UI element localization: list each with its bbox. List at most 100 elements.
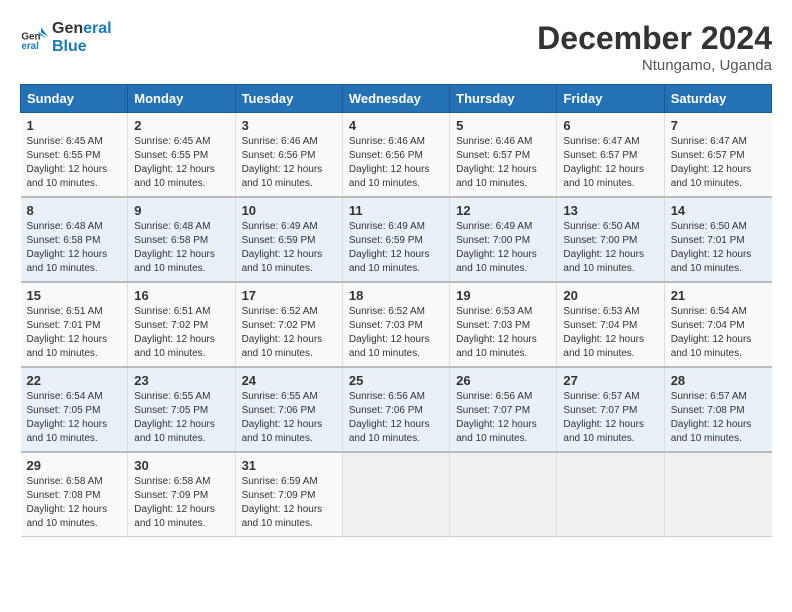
calendar-week-row: 29 Sunrise: 6:58 AMSunset: 7:08 PMDayligh… [21, 452, 772, 537]
page-header: Gen eral General Blue December 2024 Ntun… [20, 20, 772, 74]
day-detail: Sunrise: 6:48 AMSunset: 6:58 PMDaylight:… [134, 220, 228, 276]
day-detail: Sunrise: 6:52 AMSunset: 7:03 PMDaylight:… [349, 305, 443, 361]
calendar-cell: 12Sunrise: 6:49 AMSunset: 7:00 PMDayligh… [450, 197, 557, 282]
day-detail: Sunrise: 6:57 AMSunset: 7:08 PMDaylight:… [671, 390, 766, 446]
title-block: December 2024 Ntungamo, Uganda [537, 20, 772, 74]
day-detail: Sunrise: 6:50 AMSunset: 7:00 PMDaylight:… [563, 220, 657, 276]
day-number: 16 [134, 288, 228, 303]
calendar-cell [342, 452, 449, 537]
calendar-cell: 15 Sunrise: 6:51 AMSunset: 7:01 PMDayligh… [21, 282, 128, 367]
day-detail: Sunrise: 6:45 AMSunset: 6:55 PMDaylight:… [134, 135, 228, 191]
calendar-cell: 28Sunrise: 6:57 AMSunset: 7:08 PMDayligh… [664, 367, 771, 452]
header-sunday: Sunday [21, 85, 128, 113]
day-detail: Sunrise: 6:54 AMSunset: 7:05 PMDaylight:… [27, 390, 122, 446]
calendar-cell: 3 Sunrise: 6:46 AMSunset: 6:56 PMDaylight… [235, 113, 342, 198]
calendar-cell: 13 Sunrise: 6:50 AMSunset: 7:00 PMDayligh… [557, 197, 664, 282]
calendar-cell: 29 Sunrise: 6:58 AMSunset: 7:08 PMDayligh… [21, 452, 128, 537]
calendar-cell: 23 Sunrise: 6:55 AMSunset: 7:05 PMDayligh… [128, 367, 235, 452]
day-number: 23 [134, 373, 228, 388]
calendar-cell: 8 Sunrise: 6:48 AMSunset: 6:58 PMDaylight… [21, 197, 128, 282]
day-number: 2 [134, 118, 228, 133]
calendar-cell: 7 Sunrise: 6:47 AMSunset: 6:57 PMDaylight… [664, 113, 771, 198]
day-number: 14 [671, 203, 766, 218]
day-number: 27 [563, 373, 657, 388]
day-number: 3 [242, 118, 336, 133]
calendar-cell: 11Sunrise: 6:49 AMSunset: 6:59 PMDayligh… [342, 197, 449, 282]
calendar-cell: 14 Sunrise: 6:50 AMSunset: 7:01 PMDayligh… [664, 197, 771, 282]
header-monday: Monday [128, 85, 235, 113]
day-number: 25 [349, 373, 443, 388]
day-detail: Sunrise: 6:56 AMSunset: 7:06 PMDaylight:… [349, 390, 443, 446]
day-detail: Sunrise: 6:46 AMSunset: 6:57 PMDaylight:… [456, 135, 550, 191]
day-number: 5 [456, 118, 550, 133]
calendar-cell: 6 Sunrise: 6:47 AMSunset: 6:57 PMDaylight… [557, 113, 664, 198]
day-number: 30 [134, 458, 228, 473]
header-tuesday: Tuesday [235, 85, 342, 113]
day-number: 13 [563, 203, 657, 218]
calendar-cell: 19Sunrise: 6:53 AMSunset: 7:03 PMDayligh… [450, 282, 557, 367]
calendar-cell: 2 Sunrise: 6:45 AMSunset: 6:55 PMDaylight… [128, 113, 235, 198]
month-title: December 2024 [537, 20, 772, 57]
day-number: 31 [242, 458, 336, 473]
logo: Gen eral General Blue [20, 20, 112, 55]
day-detail: Sunrise: 6:58 AMSunset: 7:09 PMDaylight:… [134, 475, 228, 531]
day-detail: Sunrise: 6:49 AMSunset: 7:00 PMDaylight:… [456, 220, 550, 276]
day-detail: Sunrise: 6:45 AMSunset: 6:55 PMDaylight:… [27, 135, 122, 191]
day-detail: Sunrise: 6:46 AMSunset: 6:56 PMDaylight:… [349, 135, 443, 191]
day-number: 22 [27, 373, 122, 388]
day-number: 15 [27, 288, 122, 303]
day-detail: Sunrise: 6:59 AMSunset: 7:09 PMDaylight:… [242, 475, 336, 531]
calendar-cell: 1 Sunrise: 6:45 AMSunset: 6:55 PMDaylight… [21, 113, 128, 198]
calendar-cell: 25 Sunrise: 6:56 AMSunset: 7:06 PMDayligh… [342, 367, 449, 452]
day-detail: Sunrise: 6:51 AMSunset: 7:01 PMDaylight:… [27, 305, 122, 361]
calendar-cell: 9 Sunrise: 6:48 AMSunset: 6:58 PMDaylight… [128, 197, 235, 282]
calendar-cell: 30 Sunrise: 6:58 AMSunset: 7:09 PMDayligh… [128, 452, 235, 537]
day-detail: Sunrise: 6:57 AMSunset: 7:07 PMDaylight:… [563, 390, 657, 446]
day-detail: Sunrise: 6:58 AMSunset: 7:08 PMDaylight:… [27, 475, 122, 531]
day-detail: Sunrise: 6:47 AMSunset: 6:57 PMDaylight:… [671, 135, 766, 191]
calendar-cell: 21 Sunrise: 6:54 AMSunset: 7:04 PMDayligh… [664, 282, 771, 367]
calendar-week-row: 15 Sunrise: 6:51 AMSunset: 7:01 PMDayligh… [21, 282, 772, 367]
calendar-cell: 17 Sunrise: 6:52 AMSunset: 7:02 PMDayligh… [235, 282, 342, 367]
day-detail: Sunrise: 6:49 AMSunset: 6:59 PMDaylight:… [242, 220, 336, 276]
location: Ntungamo, Uganda [537, 57, 772, 74]
calendar-cell: 16Sunrise: 6:51 AMSunset: 7:02 PMDayligh… [128, 282, 235, 367]
calendar-cell: 26Sunrise: 6:56 AMSunset: 7:07 PMDayligh… [450, 367, 557, 452]
calendar-table: SundayMondayTuesdayWednesdayThursdayFrid… [20, 84, 772, 537]
day-detail: Sunrise: 6:56 AMSunset: 7:07 PMDaylight:… [456, 390, 550, 446]
header-saturday: Saturday [664, 85, 771, 113]
day-number: 4 [349, 118, 443, 133]
day-detail: Sunrise: 6:46 AMSunset: 6:56 PMDaylight:… [242, 135, 336, 191]
calendar-cell: 31 Sunrise: 6:59 AMSunset: 7:09 PMDayligh… [235, 452, 342, 537]
calendar-week-row: 22 Sunrise: 6:54 AMSunset: 7:05 PMDayligh… [21, 367, 772, 452]
calendar-cell [557, 452, 664, 537]
day-detail: Sunrise: 6:50 AMSunset: 7:01 PMDaylight:… [671, 220, 766, 276]
day-number: 7 [671, 118, 766, 133]
day-number: 17 [242, 288, 336, 303]
header-wednesday: Wednesday [342, 85, 449, 113]
day-detail: Sunrise: 6:53 AMSunset: 7:03 PMDaylight:… [456, 305, 550, 361]
day-detail: Sunrise: 6:48 AMSunset: 6:58 PMDaylight:… [27, 220, 122, 276]
calendar-week-row: 1 Sunrise: 6:45 AMSunset: 6:55 PMDaylight… [21, 113, 772, 198]
logo-icon: Gen eral [20, 24, 48, 52]
calendar-cell: 4 Sunrise: 6:46 AMSunset: 6:56 PMDaylight… [342, 113, 449, 198]
calendar-cell [664, 452, 771, 537]
day-detail: Sunrise: 6:47 AMSunset: 6:57 PMDaylight:… [563, 135, 657, 191]
day-number: 1 [27, 118, 122, 133]
day-detail: Sunrise: 6:53 AMSunset: 7:04 PMDaylight:… [563, 305, 657, 361]
day-number: 29 [27, 458, 122, 473]
day-number: 21 [671, 288, 766, 303]
calendar-cell: 18 Sunrise: 6:52 AMSunset: 7:03 PMDayligh… [342, 282, 449, 367]
day-detail: Sunrise: 6:49 AMSunset: 6:59 PMDaylight:… [349, 220, 443, 276]
calendar-header-row: SundayMondayTuesdayWednesdayThursdayFrid… [21, 85, 772, 113]
svg-text:eral: eral [21, 41, 39, 52]
day-detail: Sunrise: 6:52 AMSunset: 7:02 PMDaylight:… [242, 305, 336, 361]
day-detail: Sunrise: 6:54 AMSunset: 7:04 PMDaylight:… [671, 305, 766, 361]
header-friday: Friday [557, 85, 664, 113]
day-detail: Sunrise: 6:55 AMSunset: 7:05 PMDaylight:… [134, 390, 228, 446]
day-number: 18 [349, 288, 443, 303]
day-number: 9 [134, 203, 228, 218]
calendar-cell [450, 452, 557, 537]
day-number: 6 [563, 118, 657, 133]
day-number: 8 [27, 203, 122, 218]
